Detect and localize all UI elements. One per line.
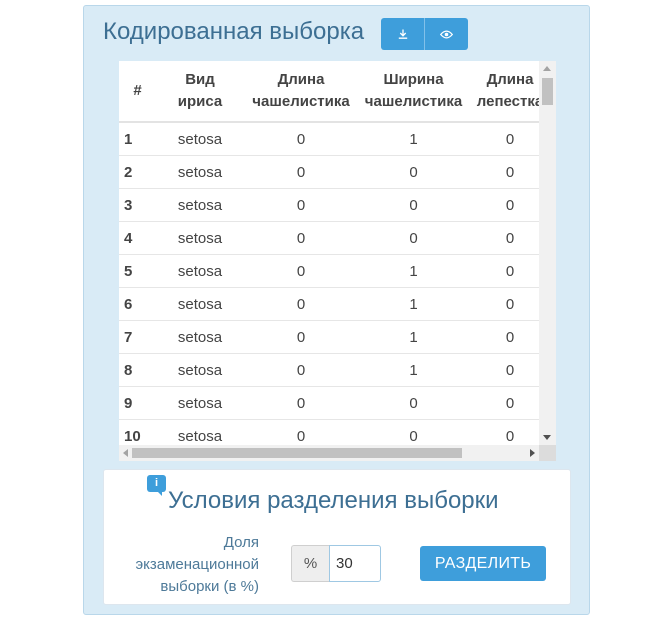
table-cell: 1 [358,287,469,321]
vertical-scrollbar[interactable] [539,61,556,445]
column-header-line: чашелистика [252,93,350,110]
column-header-line: Длина [277,71,325,88]
table-cell: 4 [119,221,156,255]
table-row: 3 setosa 0 0 0 [119,188,551,222]
table-row: 1 setosa 0 1 0 [119,122,551,156]
vertical-scroll-thumb[interactable] [542,78,553,105]
scroll-up-arrow-icon[interactable] [543,66,551,71]
table-row: 2 setosa 0 0 0 [119,155,551,189]
column-header-line: Ширина [383,71,444,88]
table-cell: setosa [156,287,244,321]
test-share-input-group: % [291,545,381,582]
table-cell: 6 [119,287,156,321]
table-cell: setosa [156,221,244,255]
eye-icon [440,30,453,38]
table-cell: 2 [119,155,156,189]
table-viewport[interactable]: # Вид ириса Длина чашелистика Ширина чашелисти… [119,61,556,461]
panel-title: Кодированная выборка [103,18,365,45]
test-share-label-line: выборки (в %) [160,578,259,595]
table-cell: setosa [156,122,244,156]
test-share-label-line: экзаменационной [135,556,260,573]
data-table: # Вид ириса Длина чашелистика Ширина чашелисти… [119,61,551,461]
scroll-right-arrow-icon[interactable] [530,449,535,457]
table-cell: 0 [358,386,469,420]
scrollbar-corner [539,445,556,461]
table-cell: 0 [244,188,358,222]
encoded-sample-panel: Кодированная выборка # Вид ириса Длина чашел… [83,5,590,615]
table-cell: setosa [156,386,244,420]
table-cell: 5 [119,254,156,288]
download-icon [398,29,407,39]
table-row: 8 setosa 0 1 0 [119,353,551,387]
test-share-label-line: Доля [223,534,259,551]
table-cell: 0 [244,386,358,420]
table-cell: setosa [156,320,244,354]
table-cell: 0 [358,221,469,255]
info-icon[interactable]: i [147,475,166,492]
horizontal-scroll-thumb[interactable] [132,448,462,458]
table-cell: 0 [244,320,358,354]
table-cell: 0 [244,122,358,156]
horizontal-scrollbar[interactable] [119,445,539,461]
scroll-down-arrow-icon[interactable] [543,435,551,440]
table-cell: 1 [358,254,469,288]
column-header: Длина чашелистика [244,61,358,123]
test-share-input[interactable] [329,545,381,582]
table-cell: 7 [119,320,156,354]
table-cell: 8 [119,353,156,387]
column-header-line: # [133,82,142,99]
table-cell: 0 [244,254,358,288]
table-cell: 0 [244,221,358,255]
test-share-label: Доля экзаменационной выборки (в %) [116,532,260,598]
table-row: 4 setosa 0 0 0 [119,221,551,255]
table-row: 6 setosa 0 1 0 [119,287,551,321]
table-header-row: # Вид ириса Длина чашелистика Ширина чашелисти… [119,61,551,123]
scroll-left-arrow-icon[interactable] [123,449,128,457]
view-button[interactable] [424,18,468,50]
split-title: Условия разделения выборки [168,487,499,514]
info-icon-tail [157,491,162,496]
column-header: Вид ириса [156,61,244,123]
table-cell: 3 [119,188,156,222]
table-row: 7 setosa 0 1 0 [119,320,551,354]
column-header: # [119,61,156,123]
table-row: 9 setosa 0 0 0 [119,386,551,420]
table-cell: setosa [156,155,244,189]
column-header-line: Вид [185,71,215,88]
table-cell: 1 [119,122,156,156]
table-cell: 0 [244,287,358,321]
column-header-line: чашелистика [364,93,463,110]
percent-addon: % [291,545,329,582]
panel-button-group [381,18,468,50]
table-cell: setosa [156,353,244,387]
table-cell: setosa [156,254,244,288]
table-cell: 0 [244,353,358,387]
table-cell: 1 [358,320,469,354]
table-cell: 0 [244,155,358,189]
column-header-line: ириса [177,93,223,110]
column-header: Ширина чашелистика [358,61,469,123]
split-conditions-card: i Условия разделения выборки Доля экзаме… [103,469,571,605]
table-cell: 1 [358,353,469,387]
table-row: 5 setosa 0 1 0 [119,254,551,288]
table-cell: 0 [358,188,469,222]
table-cell: 0 [358,155,469,189]
table-cell: 1 [358,122,469,156]
table-cell: 9 [119,386,156,420]
table-cell: setosa [156,188,244,222]
download-button[interactable] [381,18,424,50]
split-button[interactable]: РАЗДЕЛИТЬ [420,546,546,581]
